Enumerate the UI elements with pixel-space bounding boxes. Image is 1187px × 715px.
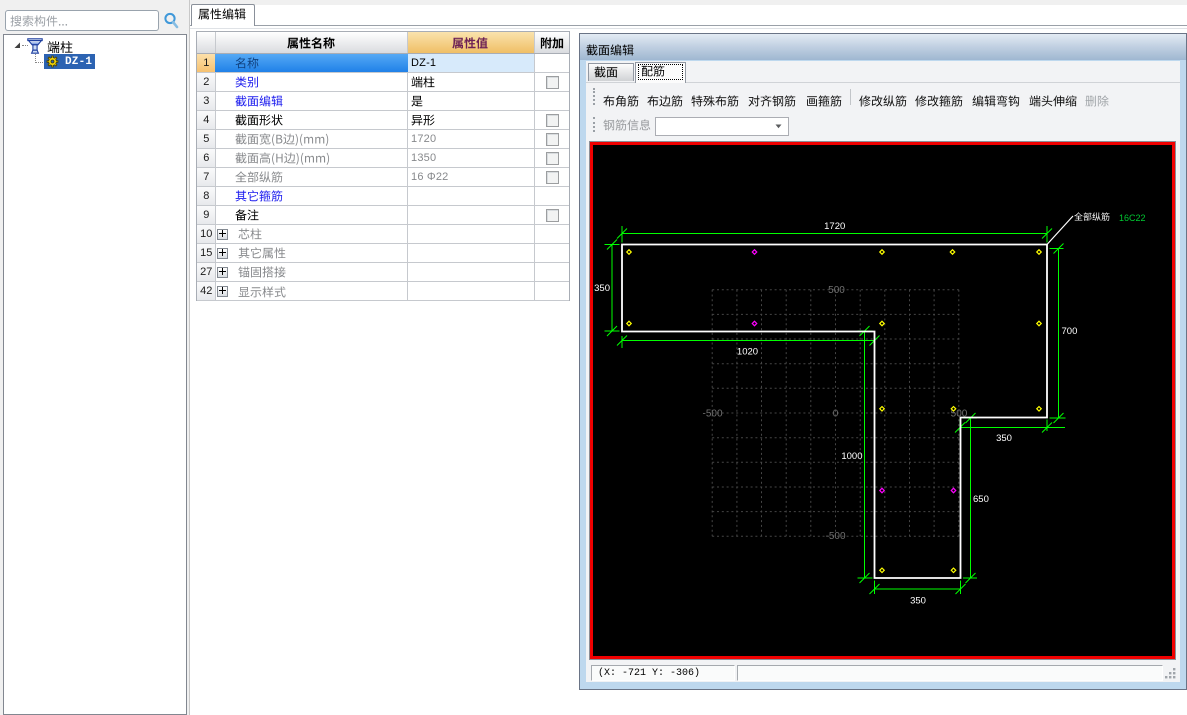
svg-text:16C22: 16C22 bbox=[1119, 213, 1146, 223]
svg-text:650: 650 bbox=[973, 494, 989, 505]
svg-text:350: 350 bbox=[996, 433, 1012, 444]
svg-text:1720: 1720 bbox=[824, 221, 845, 232]
svg-text:350: 350 bbox=[910, 595, 926, 606]
svg-text:700: 700 bbox=[1062, 326, 1078, 337]
svg-text:1020: 1020 bbox=[737, 346, 758, 357]
svg-text:350: 350 bbox=[594, 283, 610, 294]
svg-text:1000: 1000 bbox=[841, 451, 862, 462]
svg-text:-500: -500 bbox=[702, 408, 722, 419]
svg-text:-500: -500 bbox=[825, 531, 845, 542]
svg-text:0: 0 bbox=[833, 408, 839, 419]
svg-text:500: 500 bbox=[828, 285, 845, 296]
